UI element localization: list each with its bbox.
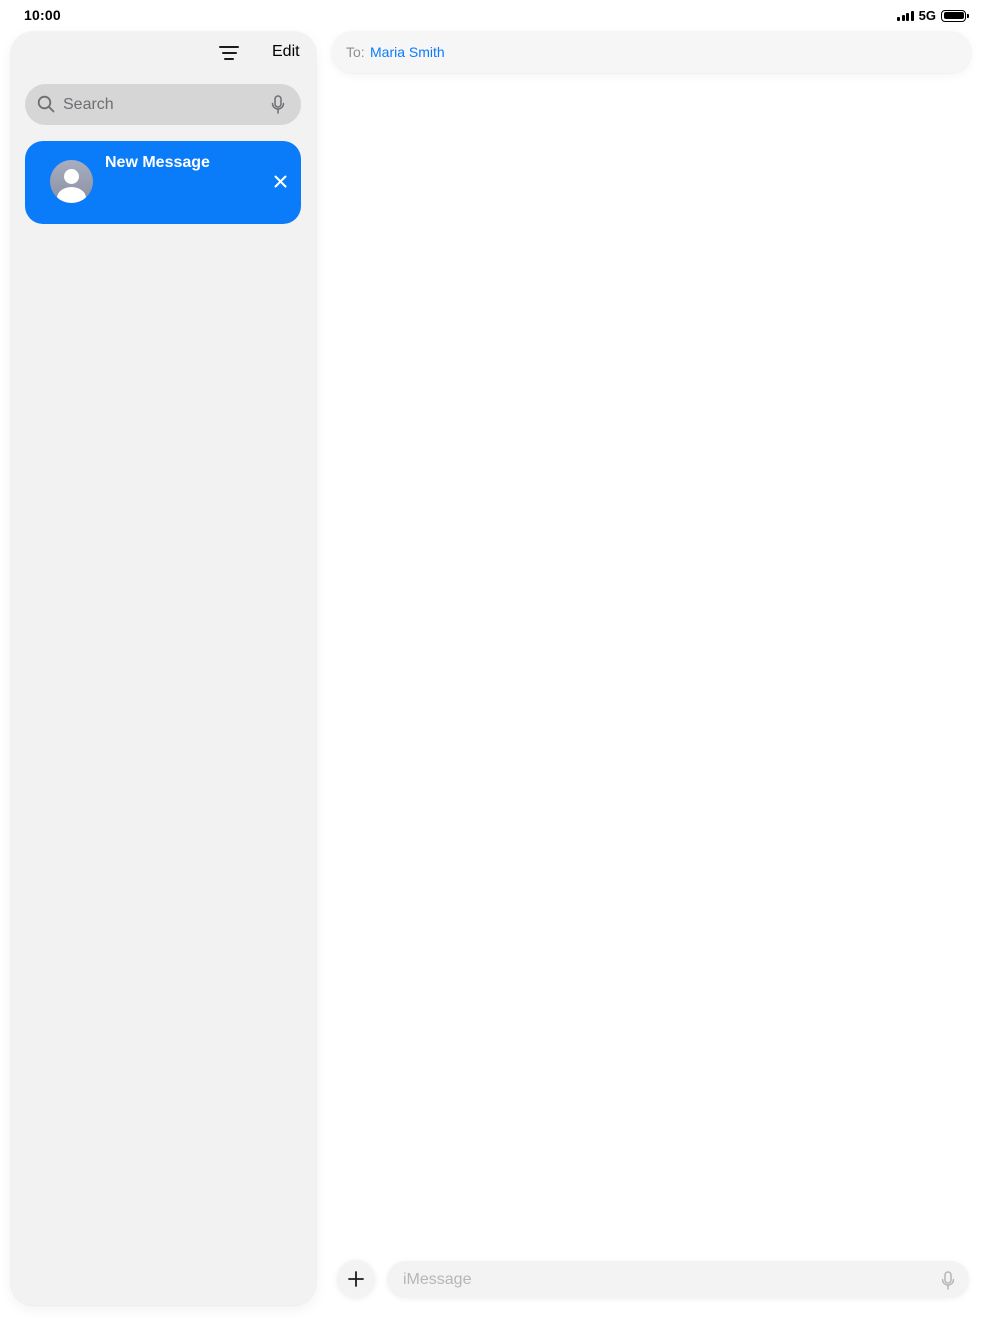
to-label: To:: [346, 44, 365, 60]
message-composer[interactable]: [387, 1261, 969, 1298]
conversation-title: New Message: [105, 154, 210, 171]
conversation-item-new-message[interactable]: New Message: [25, 141, 301, 224]
battery-icon: [941, 9, 969, 22]
search-bar[interactable]: [25, 84, 301, 125]
status-time: 10:00: [24, 7, 61, 23]
magnifying-glass-icon: [37, 95, 55, 113]
conversation-sidebar: Edit New Message: [11, 32, 316, 1305]
search-input[interactable]: [63, 84, 263, 125]
sidebar-toolbar: Edit: [11, 32, 316, 72]
message-input[interactable]: [403, 1261, 903, 1298]
recipient-token[interactable]: Maria Smith: [370, 44, 445, 60]
cellular-signal-icon: [897, 10, 914, 21]
edit-button[interactable]: Edit: [272, 43, 300, 61]
status-indicators: 5G: [897, 8, 969, 23]
network-type: 5G: [918, 8, 936, 23]
person-silhouette-icon: [50, 160, 93, 203]
plus-icon: [348, 1271, 364, 1287]
filter-lines-icon[interactable]: [217, 42, 241, 64]
close-x-icon[interactable]: [274, 175, 287, 188]
add-attachment-button[interactable]: [337, 1260, 375, 1298]
recipient-field[interactable]: To: Maria Smith: [332, 32, 971, 73]
microphone-icon[interactable]: [271, 95, 285, 114]
status-bar: 10:00 5G: [0, 0, 990, 30]
microphone-icon[interactable]: [941, 1271, 955, 1290]
